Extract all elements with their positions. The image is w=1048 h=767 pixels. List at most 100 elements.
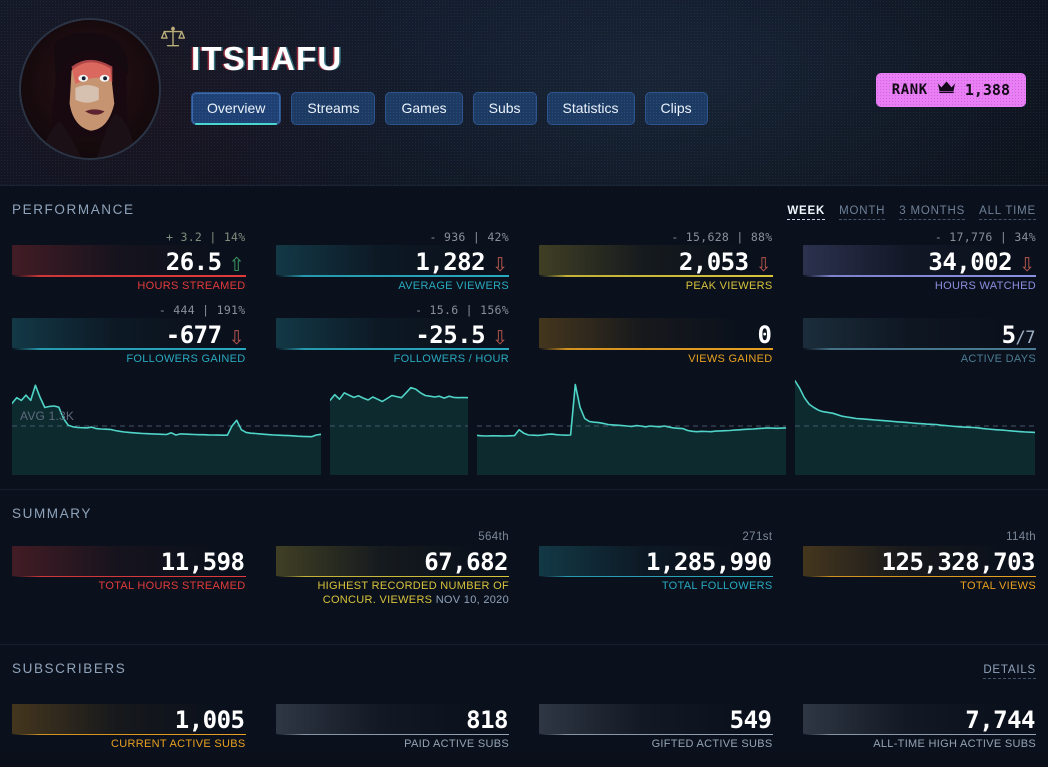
sparkline-segment-1: AVG 1.3K <box>12 377 321 475</box>
details-link[interactable]: DETAILS <box>983 664 1036 679</box>
range-tab-month[interactable]: MONTH <box>839 205 886 220</box>
metric-value: 5/7 <box>1001 321 1036 350</box>
metric-delta: + 3.2 | 14% <box>166 230 246 244</box>
range-tab-3months[interactable]: 3 MONTHS <box>899 205 966 220</box>
subscribers-title: SUBSCRIBERS <box>12 660 127 676</box>
metric-rule <box>802 348 1036 350</box>
metric-value: 11,598 <box>160 548 245 577</box>
rank-label: RANK <box>891 81 928 98</box>
metric-body: 0 <box>539 318 773 350</box>
metric-value: 34,002 <box>928 247 1013 276</box>
metric-label: AVERAGE VIEWERS <box>398 279 509 292</box>
tab-streams[interactable]: Streams <box>291 92 376 125</box>
metric-body: 2,053 ⇩ <box>539 245 773 275</box>
tab-overview[interactable]: Overview <box>191 92 282 125</box>
metric-value: 7,744 <box>965 706 1035 735</box>
performance-metrics-row-1: + 3.2 | 14% 26.5 ⇧ HOURS STREAMED - 936 | 42… <box>0 220 1048 293</box>
scales-icon <box>158 22 188 52</box>
summary-metrics-row: 11,598 TOTAL HOURS STREAMED 564th 67,682 HIG… <box>0 521 1048 608</box>
arrow-up-icon: ⇧ <box>228 255 245 276</box>
metric-rank <box>539 689 773 704</box>
range-tabs: WEEK MONTH 3 MONTHS ALL TIME <box>787 205 1036 220</box>
tab-games[interactable]: Games <box>385 92 463 125</box>
metric-fill <box>539 318 773 349</box>
metric-value: 67,682 <box>424 548 508 577</box>
metric-label: VIEWS GAINED <box>688 352 773 365</box>
metric-body: 818 <box>275 703 509 735</box>
metric-label-date: NOV 10, 2020 <box>435 593 509 606</box>
metric-body: 7,744 <box>802 703 1036 735</box>
metric-body: -677 ⇩ <box>12 318 246 350</box>
arrow-down-icon: ⇩ <box>492 328 508 350</box>
metric-average-viewers: - 936 | 42% 1,282 ⇩ AVERAGE VIEWERS <box>275 220 509 293</box>
metric-label: FOLLOWERS GAINED <box>126 352 246 365</box>
metric-delta: - 15.6 | 156% <box>415 303 509 318</box>
metric-label: ACTIVE DAYS <box>960 352 1036 365</box>
metric-active-days: 5/7 ACTIVE DAYS <box>802 293 1036 366</box>
range-tab-alltime[interactable]: ALL TIME <box>979 205 1036 220</box>
metric-label: GIFTED ACTIVE SUBS <box>651 738 773 750</box>
arrow-down-icon: ⇩ <box>492 255 508 276</box>
metric-total-followers: 271st 1,285,990 TOTAL FOLLOWERS <box>539 521 773 608</box>
metric-value: 1,285,990 <box>645 548 772 577</box>
metric-value: 818 <box>466 706 508 735</box>
metric-body: 549 <box>539 703 773 735</box>
metric-delta: - 17,776 | 34% <box>934 230 1036 244</box>
sparkline-charts: AVG 1.3K <box>0 377 1048 475</box>
metric-value: 549 <box>729 706 772 735</box>
metric-body: 125,328,703 <box>802 545 1036 577</box>
sparkline-segment-4 <box>795 377 1035 475</box>
metric-value: 125,328,703 <box>881 548 1036 577</box>
metric-label: PEAK VIEWERS <box>685 279 773 292</box>
metric-delta: - 444 | 191% <box>158 303 246 318</box>
tab-clips[interactable]: Clips <box>644 92 708 125</box>
range-tab-week[interactable]: WEEK <box>787 205 826 220</box>
crown-icon <box>937 80 956 99</box>
metric-label: PAID ACTIVE SUBS <box>404 738 509 750</box>
metric-label: HOURS STREAMED <box>137 279 246 292</box>
channel-header: ITSHAFU Overview Streams Games Subs Stat… <box>0 0 1048 186</box>
metric-label: HOURS WATCHED <box>934 279 1036 292</box>
arrow-down-icon: ⇩ <box>228 328 245 350</box>
metric-label: ALL-TIME HIGH ACTIVE SUBS <box>873 738 1036 750</box>
metric-label: CURRENT ACTIVE SUBS <box>111 738 246 750</box>
sparkline-segment-2 <box>330 377 468 475</box>
avatar[interactable] <box>19 18 161 160</box>
metric-rule <box>539 348 773 350</box>
performance-header: PERFORMANCE WEEK MONTH 3 MONTHS ALL TIME <box>0 186 1048 220</box>
metric-rank: 114th <box>1006 530 1036 543</box>
rank-value: 1,388 <box>964 80 1010 99</box>
metric-body: 1,282 ⇩ <box>275 245 509 276</box>
metric-peak-viewers: - 15,628 | 88% 2,053 ⇩ PEAK VIEWERS <box>539 220 773 293</box>
app-root: ITSHAFU Overview Streams Games Subs Stat… <box>0 0 1048 767</box>
metric-body: 67,682 <box>275 545 509 577</box>
arrow-down-icon: ⇩ <box>755 255 772 276</box>
metric-highest-recorded-number-of-concur-: 564th 67,682 HIGHEST RECORDED NUMBER OF CO… <box>275 521 509 608</box>
metric-rank <box>803 689 1037 704</box>
metric-total-views: 114th 125,328,703 TOTAL VIEWS <box>802 521 1036 608</box>
metric-label: FOLLOWERS / HOUR <box>393 352 509 365</box>
metric-value: 0 <box>757 321 772 350</box>
metric-value: -677 <box>165 321 222 350</box>
tab-subs[interactable]: Subs <box>472 92 537 125</box>
metric-value: -25.5 <box>415 321 486 350</box>
metric-value: 26.5 <box>165 247 222 276</box>
summary-title: SUMMARY <box>12 505 92 521</box>
metric-rank <box>12 689 246 704</box>
rank-badge[interactable]: RANK 1,388 <box>875 73 1026 107</box>
page-title: ITSHAFU <box>191 40 343 77</box>
metric-body: -25.5 ⇩ <box>275 318 509 350</box>
metric-delta <box>539 303 773 318</box>
subscribers-section: SUBSCRIBERS DETAILS 1,005 CURRENT ACTIVE … <box>0 643 1048 752</box>
metric-current-active-subs: 1,005 CURRENT ACTIVE SUBS <box>12 679 246 752</box>
metric-hours-streamed: + 3.2 | 14% 26.5 ⇧ HOURS STREAMED <box>12 220 246 293</box>
summary-header: SUMMARY <box>0 490 1048 521</box>
metric-body: 5/7 <box>802 318 1036 350</box>
tab-statistics[interactable]: Statistics <box>546 92 635 125</box>
sparkline-segment-3 <box>477 377 786 475</box>
metric-total-hours-streamed: 11,598 TOTAL HOURS STREAMED <box>12 521 246 608</box>
metric-rank: 271st <box>742 530 773 543</box>
metric-body: 34,002 ⇩ <box>802 245 1036 276</box>
metric-followers-hour: - 15.6 | 156% -25.5 ⇩ FOLLOWERS / HOUR <box>275 293 509 366</box>
metric-body: 26.5 ⇧ <box>12 245 246 275</box>
